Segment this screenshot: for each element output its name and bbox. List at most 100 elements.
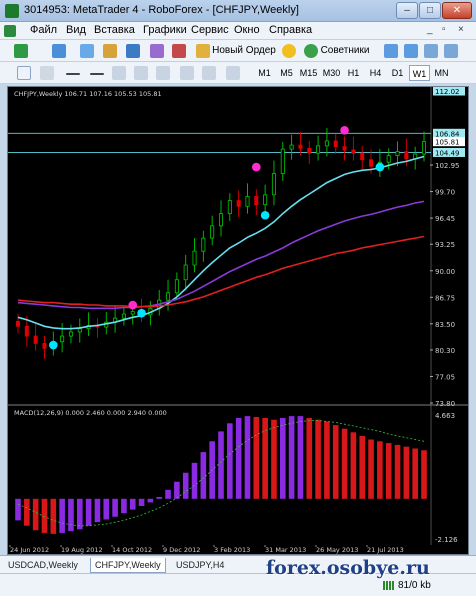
strategy-tester-icon[interactable] [172, 44, 186, 58]
text-label-icon[interactable] [202, 66, 216, 80]
macd-histogram-bar [332, 425, 339, 499]
watermark-logo: forex.osobye.ru [266, 557, 430, 579]
expert-advisors-button[interactable]: Советники [319, 43, 371, 59]
crosshair-icon[interactable] [40, 66, 54, 80]
fibonacci-icon[interactable] [156, 66, 170, 80]
navigator-icon[interactable] [126, 44, 140, 58]
timeframe-h4[interactable]: H4 [365, 65, 386, 81]
candle-body [121, 313, 126, 319]
macd-histogram-bar [235, 417, 242, 499]
text-icon[interactable] [180, 66, 194, 80]
market-watch-icon[interactable] [80, 44, 94, 58]
candle-body [342, 146, 347, 151]
close-button[interactable]: ✕ [442, 2, 472, 19]
signal-dot [137, 308, 146, 318]
new-order-icon[interactable] [196, 44, 210, 58]
timeframe-m30[interactable]: M30 [321, 65, 342, 81]
chart-shift-icon[interactable] [444, 44, 458, 58]
terminal-icon[interactable] [150, 44, 164, 58]
chart-window-icon[interactable] [4, 25, 16, 37]
candle-body [404, 151, 409, 160]
menu-file[interactable]: Файл [30, 24, 57, 36]
candle-body [68, 331, 73, 337]
macd-histogram-bar [412, 448, 418, 499]
time-axis-label: 31 Mar 2013 [265, 546, 306, 554]
macd-histogram-bar [279, 417, 286, 499]
maximize-button[interactable]: □ [419, 2, 441, 19]
tab-chfjpy-weekly[interactable]: CHFJPY,Weekly [90, 558, 166, 573]
mdi-restore-button[interactable]: ▫ [442, 24, 446, 35]
timeframe-m1[interactable]: M1 [254, 65, 275, 81]
timeframe-m15[interactable]: M15 [298, 65, 319, 81]
timeframe-w1[interactable]: W1 [409, 65, 430, 81]
title-bar[interactable]: 3014953: MetaTrader 4 - RoboForex - [CHF… [0, 0, 476, 22]
metaeditor-icon[interactable] [282, 44, 296, 58]
macd-histogram-bar [350, 432, 357, 499]
timeframe-mn[interactable]: MN [431, 65, 452, 81]
price-axis-label: 83.50 [435, 321, 455, 329]
price-axis-label: 90.00 [435, 268, 455, 276]
mdi-close-button[interactable]: × [458, 24, 464, 35]
time-axis-label: 9 Dec 2012 [163, 546, 200, 554]
minimize-button[interactable]: ‒ [396, 2, 418, 19]
macd-histogram-bar [368, 439, 374, 499]
time-axis-label: 19 Aug 2012 [61, 546, 103, 554]
candle-body [201, 237, 206, 252]
data-window-icon[interactable] [103, 44, 117, 58]
timeframe-d1[interactable]: D1 [387, 65, 408, 81]
candle-body [227, 200, 232, 215]
arrows-icon[interactable] [226, 66, 240, 80]
window-title: 3014953: MetaTrader 4 - RoboForex - [CHF… [24, 4, 299, 16]
cursor-icon[interactable] [17, 66, 31, 80]
macd-histogram-bar [324, 421, 330, 499]
candle-body [15, 320, 20, 327]
candle-body [254, 196, 259, 206]
menu-insert[interactable]: Вставка [94, 24, 135, 36]
new-order-button[interactable]: Новый Ордер [212, 43, 276, 59]
price-axis-label: 93.25 [435, 241, 455, 249]
macd-histogram-bar [85, 498, 92, 526]
tile-windows-icon[interactable] [424, 44, 438, 58]
time-axis-label: 24 Jun 2012 [10, 546, 49, 554]
time-axis-label: 26 May 2013 [316, 546, 358, 554]
macd-histogram-bar [15, 498, 21, 521]
vertical-line-icon[interactable] [66, 73, 80, 75]
menu-window[interactable]: Окно [234, 24, 260, 36]
tab-usdjpy-h4[interactable]: USDJPY,H4 [172, 558, 228, 573]
time-axis-label: 14 Oct 2012 [112, 546, 152, 554]
macd-histogram-bar [112, 498, 118, 517]
candle-body [280, 148, 285, 175]
chart-canvas[interactable]: CHFJPY,Weekly 106.71 107.16 105.53 105.8… [8, 86, 468, 554]
timeframe-h1[interactable]: H1 [343, 65, 364, 81]
candle-body [130, 311, 135, 315]
candle-body [395, 151, 400, 157]
expert-advisors-icon[interactable] [304, 44, 318, 58]
signal-dot [252, 162, 261, 172]
macd-histogram-bar [403, 446, 410, 499]
profiles-icon[interactable] [52, 44, 66, 58]
tab-usdcad-weekly[interactable]: USDCAD,Weekly [4, 558, 82, 573]
time-axis-label: 21 Jul 2013 [367, 546, 404, 554]
menu-help[interactable]: Справка [269, 24, 312, 36]
chart-window[interactable]: CHFJPY,Weekly 106.71 107.16 105.53 105.8… [7, 86, 469, 555]
menu-charts[interactable]: Графики [143, 24, 187, 36]
timeframe-m5[interactable]: M5 [276, 65, 297, 81]
horizontal-line-icon[interactable] [90, 73, 104, 75]
menu-tools[interactable]: Сервис [191, 24, 229, 36]
candle-body [351, 149, 356, 154]
candle-body [33, 335, 38, 344]
trendline-icon[interactable] [112, 66, 126, 80]
mdi-minimize-button[interactable]: _ [427, 24, 433, 35]
macd-histogram-bar [200, 452, 207, 499]
candle-body [289, 144, 294, 150]
zoom-in-icon[interactable] [384, 44, 398, 58]
candle-body [210, 225, 215, 239]
standard-toolbar: Новый Ордер Советники [0, 40, 476, 62]
menu-view[interactable]: Вид [66, 24, 86, 36]
equidistant-channel-icon[interactable] [134, 66, 148, 80]
new-chart-icon[interactable] [14, 44, 28, 58]
menu-bar: Файл Вид Вставка Графики Сервис Окно Спр… [0, 22, 476, 40]
macd-histogram-bar [174, 481, 180, 499]
zoom-out-icon[interactable] [404, 44, 418, 58]
price-axis-label: 80.30 [435, 347, 455, 355]
